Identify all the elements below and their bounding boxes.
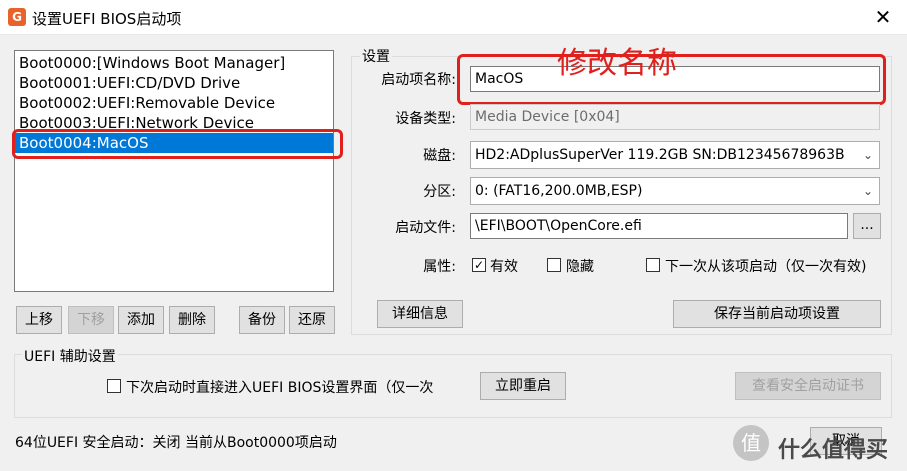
uefi-aux-group-title: UEFI 辅助设置 — [22, 346, 118, 366]
watermark-text: 什么值得买 — [778, 438, 889, 463]
secure-boot-cert-button[interactable]: 查看安全启动证书 — [735, 372, 881, 400]
browse-button[interactable]: ... — [853, 213, 881, 239]
device-type-field: Media Device [0x04] — [470, 104, 880, 130]
list-item[interactable]: Boot0000:[Windows Boot Manager] — [15, 53, 333, 73]
disk-select-value: HD2:ADplusSuperVer 119.2GB SN:DB12345678… — [475, 147, 845, 163]
enter-bios-checkbox[interactable] — [107, 379, 121, 393]
details-button[interactable]: 详细信息 — [377, 300, 463, 328]
boot-file-input[interactable]: \EFI\BOOT\OpenCore.efi — [470, 213, 848, 239]
add-button[interactable]: 添加 — [118, 306, 164, 334]
device-type-label: 设备类型: — [395, 111, 456, 127]
hidden-checkbox[interactable] — [547, 258, 561, 272]
backup-button[interactable]: 备份 — [239, 306, 285, 334]
list-item[interactable]: Boot0002:UEFI:Removable Device — [15, 93, 333, 113]
status-text: 64位UEFI 安全启动：关闭 当前从Boot0000项启动 — [15, 435, 337, 451]
restore-button[interactable]: 还原 — [289, 306, 335, 334]
window-title: 设置UEFI BIOS启动项 — [32, 10, 182, 28]
partition-select[interactable]: 0: (FAT16,200.0MB,ESP) ⌄ — [470, 177, 880, 205]
next-once-checkbox[interactable] — [646, 258, 660, 272]
zhi-icon: 值 — [733, 425, 769, 461]
attributes-label: 属性: — [423, 259, 456, 275]
title-bar: G 设置UEFI BIOS启动项 ✕ — [0, 0, 907, 35]
chevron-down-icon: ⌄ — [862, 148, 873, 162]
delete-button[interactable]: 删除 — [169, 306, 215, 334]
disk-label: 磁盘: — [423, 148, 456, 164]
next-once-checkbox-label: 下一次从该项启动（仅一次有效) — [665, 259, 867, 275]
valid-checkbox[interactable]: ✓ — [472, 258, 486, 272]
app-logo-icon: G — [8, 8, 26, 26]
reboot-now-button[interactable]: 立即重启 — [480, 372, 566, 400]
annotation-text: 修改名称 — [557, 46, 677, 81]
highlight-box-list — [12, 129, 343, 159]
boot-file-label: 启动文件: — [395, 220, 456, 236]
move-down-button[interactable]: 下移 — [68, 306, 114, 334]
valid-checkbox-label: 有效 — [490, 259, 518, 275]
list-item[interactable]: Boot0001:UEFI:CD/DVD Drive — [15, 73, 333, 93]
partition-select-value: 0: (FAT16,200.0MB,ESP) — [475, 183, 643, 199]
enter-bios-checkbox-label: 下次启动时直接进入UEFI BIOS设置界面（仅一次 — [126, 380, 434, 396]
hidden-checkbox-label: 隐藏 — [566, 259, 594, 275]
disk-select[interactable]: HD2:ADplusSuperVer 119.2GB SN:DB12345678… — [470, 141, 880, 169]
partition-label: 分区: — [423, 184, 456, 200]
save-boot-entry-button[interactable]: 保存当前启动项设置 — [673, 300, 881, 328]
settings-group-title: 设置 — [360, 46, 392, 66]
move-up-button[interactable]: 上移 — [16, 306, 62, 334]
boot-entry-list[interactable]: Boot0000:[Windows Boot Manager] Boot0001… — [14, 50, 334, 292]
chevron-down-icon: ⌄ — [862, 184, 873, 198]
name-label: 启动项名称: — [381, 72, 456, 88]
close-icon[interactable]: ✕ — [872, 6, 894, 28]
